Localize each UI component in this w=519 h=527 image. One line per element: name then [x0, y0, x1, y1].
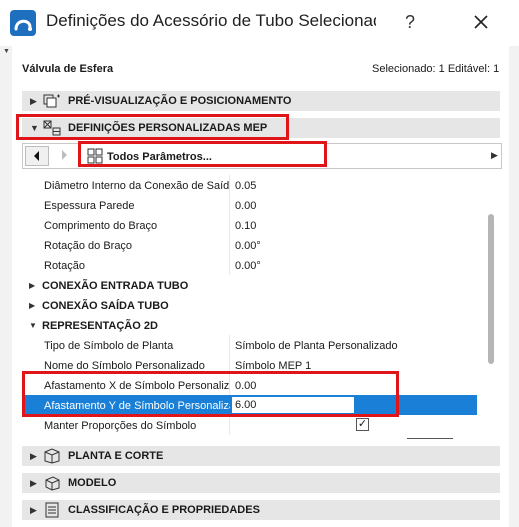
param-value[interactable]: 0.00° — [235, 240, 261, 252]
param-value-input[interactable] — [231, 396, 355, 414]
param-key: Rotação do Braço — [44, 240, 133, 252]
param-row[interactable]: Diâmetro Interno da Conexão de Saída 0.0… — [22, 175, 477, 195]
expand-triangle-icon: ▶ — [30, 96, 37, 106]
param-value[interactable]: 0.00 — [235, 380, 256, 392]
section-custom-mep[interactable]: ▼ DEFINIÇÕES PERSONALIZADAS MEP — [22, 118, 500, 138]
param-value[interactable]: 0.00° — [235, 260, 261, 272]
section-preview[interactable]: ▶ PRÉ-VISUALIZAÇÃO E POSICIONAMENTO — [22, 91, 500, 111]
param-key: Diâmetro Interno da Conexão de Saída — [44, 180, 230, 192]
param-key: Espessura Parede — [44, 200, 135, 212]
preview-icon — [43, 94, 60, 108]
param-row[interactable]: Afastamento X de Símbolo Personalizado 0… — [22, 375, 477, 395]
help-button[interactable]: ? — [398, 10, 422, 34]
scrollbar[interactable] — [484, 170, 498, 440]
param-row[interactable]: Espessura Parede 0.00 — [22, 195, 477, 215]
window-title: Definições do Acessório de Tubo Selecion… — [46, 11, 376, 30]
title-bar: Definições do Acessório de Tubo Selecion… — [0, 0, 519, 46]
row-stub — [407, 438, 453, 440]
forward-arrow-icon — [62, 150, 67, 160]
section-label: CLASSIFICAÇÃO E PROPRIEDADES — [68, 504, 260, 516]
selection-info: Selecionado: 1 Editável: 1 — [372, 63, 500, 75]
group-label: CONEXÃO SAÍDA TUBO — [42, 300, 169, 312]
group-label: CONEXÃO ENTRADA TUBO — [42, 280, 189, 292]
group-row-outlet[interactable]: ▶ CONEXÃO SAÍDA TUBO — [22, 295, 477, 315]
parameter-navigator: Todos Parâmetros... ▶ — [22, 143, 502, 169]
model-cube-icon — [45, 476, 60, 491]
param-row[interactable]: Nome do Símbolo Personalizado Símbolo ME… — [22, 355, 477, 375]
param-row-selected[interactable]: Afastamento Y de Símbolo Personalizado — [22, 395, 477, 415]
param-value[interactable]: Símbolo MEP 1 — [235, 360, 311, 372]
parameter-grid: Diâmetro Interno da Conexão de Saída 0.0… — [22, 170, 477, 440]
group-label: REPRESENTAÇÃO 2D — [42, 320, 158, 332]
param-value[interactable]: Símbolo de Planta Personalizado — [235, 340, 398, 352]
group-row-inlet[interactable]: ▶ CONEXÃO ENTRADA TUBO — [22, 275, 477, 295]
element-name: Válvula de Esfera — [22, 63, 114, 75]
back-arrow-icon — [34, 151, 39, 161]
navigator-expand-icon[interactable]: ▶ — [491, 150, 498, 161]
right-sidebar-strip — [509, 46, 519, 527]
param-row[interactable]: Tipo de Símbolo de Planta Símbolo de Pla… — [22, 335, 477, 355]
param-value[interactable]: 0.00 — [235, 200, 256, 212]
param-row[interactable]: Manter Proporções do Símbolo ✓ — [22, 415, 477, 435]
collapse-triangle-icon: ▼ — [29, 321, 37, 330]
param-row[interactable]: Rotação 0.00° — [22, 255, 477, 275]
expand-triangle-icon: ▶ — [30, 451, 37, 461]
navigator-label[interactable]: Todos Parâmetros... — [107, 151, 212, 163]
param-value[interactable]: 0.10 — [235, 220, 256, 232]
app-logo-icon — [10, 10, 36, 36]
section-label: MODELO — [68, 477, 117, 489]
forward-button[interactable] — [53, 146, 77, 166]
param-key: Afastamento X de Símbolo Personalizado — [44, 380, 230, 392]
mep-settings-icon — [43, 120, 61, 136]
left-sidebar-strip — [0, 46, 12, 527]
section-plan-section[interactable]: ▶ PLANTA E CORTE — [22, 446, 500, 466]
collapse-triangle-icon: ▼ — [30, 123, 39, 133]
expand-triangle-icon: ▶ — [29, 301, 36, 310]
scrollbar-thumb[interactable] — [488, 214, 494, 364]
section-classification[interactable]: ▶ CLASSIFICAÇÃO E PROPRIEDADES — [22, 500, 500, 520]
parameter-list-icon — [87, 148, 103, 164]
classification-icon — [45, 502, 59, 518]
section-label: PLANTA E CORTE — [68, 450, 164, 462]
keep-proportions-checkbox[interactable]: ✓ — [356, 418, 369, 431]
expand-triangle-icon: ▶ — [30, 478, 37, 488]
param-value[interactable]: 0.05 — [235, 180, 256, 192]
param-key: Nome do Símbolo Personalizado — [44, 360, 205, 372]
param-key: Manter Proporções do Símbolo — [44, 420, 197, 432]
collapse-arrow-icon[interactable]: ▼ — [3, 48, 10, 55]
param-row[interactable]: Rotação do Braço 0.00° — [22, 235, 477, 255]
section-model[interactable]: ▶ MODELO — [22, 473, 500, 493]
section-label: PRÉ-VISUALIZAÇÃO E POSICIONAMENTO — [68, 95, 292, 107]
param-key: Afastamento Y de Símbolo Personalizado — [44, 400, 230, 412]
close-icon[interactable] — [468, 9, 494, 35]
param-key: Rotação — [44, 260, 85, 272]
section-label: DEFINIÇÕES PERSONALIZADAS MEP — [68, 122, 268, 134]
param-key: Comprimento do Braço — [44, 220, 158, 232]
expand-triangle-icon: ▶ — [30, 505, 37, 515]
plan-section-icon — [44, 448, 60, 464]
param-key: Tipo de Símbolo de Planta — [44, 340, 174, 352]
back-button[interactable] — [25, 146, 49, 166]
expand-triangle-icon: ▶ — [29, 281, 36, 290]
param-row[interactable]: Comprimento do Braço 0.10 — [22, 215, 477, 235]
group-row-2d[interactable]: ▼ REPRESENTAÇÃO 2D — [22, 315, 477, 335]
